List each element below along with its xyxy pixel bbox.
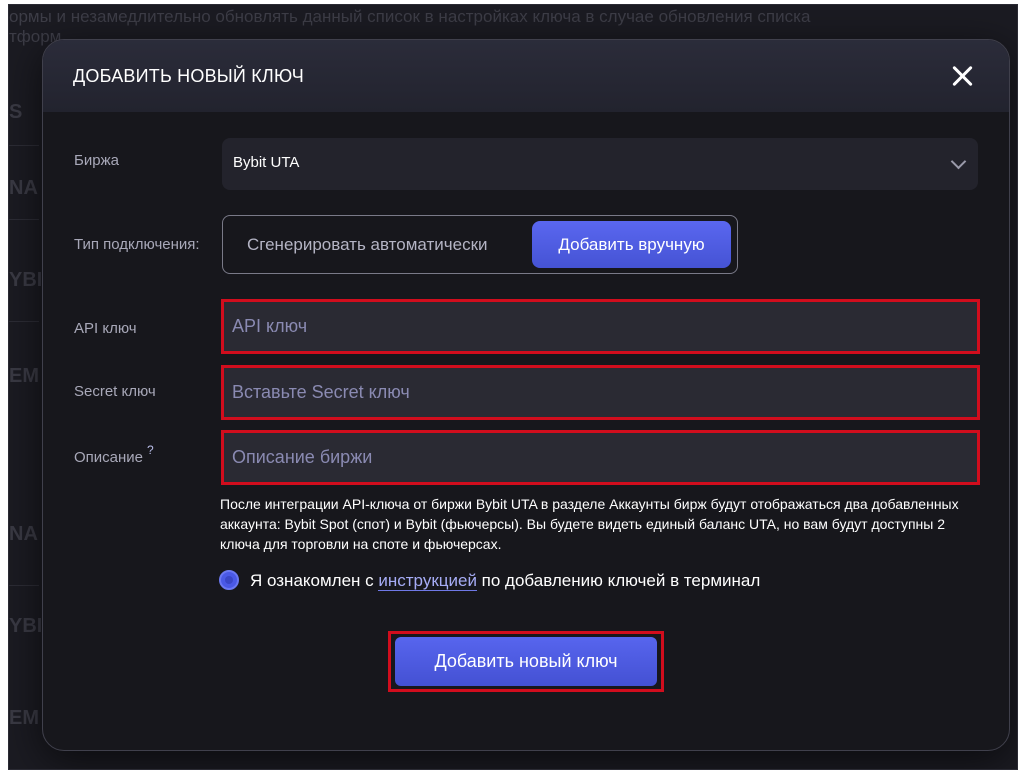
modal-header: ДОБАВИТЬ НОВЫЙ КЛЮЧ xyxy=(43,40,1009,112)
secret-key-input[interactable] xyxy=(224,368,977,417)
agreement-radio[interactable] xyxy=(219,570,239,590)
background-label: EM xyxy=(9,707,39,729)
help-icon[interactable]: ? xyxy=(147,443,154,457)
exchange-label: Биржа xyxy=(74,152,119,169)
description-label: Описание xyxy=(74,449,144,466)
background-divider xyxy=(9,321,39,322)
secret-key-label: Secret ключ xyxy=(74,383,156,400)
description-field-highlight xyxy=(221,430,980,485)
background-notice-line: ормы и незамедлительно обновлять данный … xyxy=(9,7,811,26)
description-label-row: Описание? xyxy=(74,443,154,466)
add-key-modal: ДОБАВИТЬ НОВЫЙ КЛЮЧ Биржа Bybit UTA Тип … xyxy=(42,39,1010,751)
api-key-field-highlight xyxy=(221,299,980,354)
background-label: NA xyxy=(9,523,38,545)
generate-auto-option[interactable]: Сгенерировать автоматически xyxy=(247,235,488,255)
background-label: YBI xyxy=(9,615,43,637)
api-key-input[interactable] xyxy=(224,302,977,351)
background-label: YBI xyxy=(9,269,43,291)
add-manually-option[interactable]: Добавить вручную xyxy=(532,221,731,268)
description-input[interactable] xyxy=(224,433,977,482)
background-divider xyxy=(9,145,39,146)
background-divider xyxy=(9,585,39,586)
agreement-text-after: по добавлению ключей в терминал xyxy=(476,571,761,590)
app-background: ормы и незамедлительно обновлять данный … xyxy=(8,4,1018,770)
submit-highlight: Добавить новый ключ xyxy=(388,631,664,692)
exchange-select[interactable]: Bybit UTA xyxy=(222,138,978,190)
close-icon[interactable] xyxy=(949,62,977,90)
connection-type-label: Тип подключения: xyxy=(74,236,200,253)
background-label: EM xyxy=(9,365,39,387)
agreement-text-before: Я ознакомлен с xyxy=(250,571,379,590)
instruction-link[interactable]: инструкцией xyxy=(378,571,477,591)
background-label: S xyxy=(9,101,23,123)
exchange-selected-value: Bybit UTA xyxy=(233,154,300,171)
background-label: NA xyxy=(9,177,38,199)
secret-key-field-highlight xyxy=(221,365,980,420)
agreement-text: Я ознакомлен с инструкцией по добавлению… xyxy=(250,571,760,591)
background-divider xyxy=(9,219,39,220)
uta-info-text: После интеграции API-ключа от биржи Bybi… xyxy=(220,496,959,552)
modal-title: ДОБАВИТЬ НОВЫЙ КЛЮЧ xyxy=(73,66,304,86)
chevron-down-icon xyxy=(950,153,967,170)
api-key-label: API ключ xyxy=(74,320,137,337)
add-new-key-button[interactable]: Добавить новый ключ xyxy=(395,637,657,686)
connection-type-toggle: Сгенерировать автоматически Добавить вру… xyxy=(222,215,738,274)
